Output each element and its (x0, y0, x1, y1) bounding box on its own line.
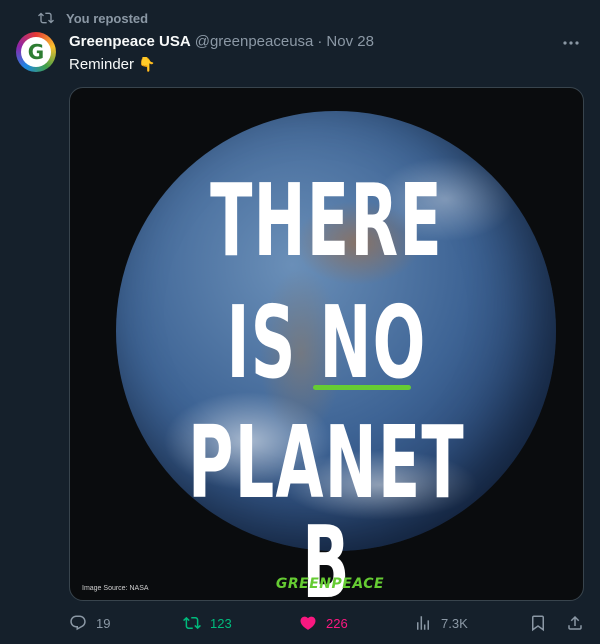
repost-icon (38, 12, 54, 24)
repost-icon (183, 616, 201, 630)
image-source-credit: Image Source: NASA (82, 585, 149, 592)
heart-icon (300, 616, 316, 630)
bookmark-button[interactable] (529, 614, 556, 632)
slogan-line-1: THERE (210, 162, 443, 279)
tweet-media[interactable]: THERE IS NO PLANET B Image Source: NASA … (69, 87, 584, 601)
reply-icon (70, 615, 86, 631)
slogan-line-3: PLANET B (188, 404, 465, 601)
tweet-date[interactable]: Nov 28 (326, 33, 374, 50)
more-options-button[interactable] (560, 35, 582, 51)
avatar-logo: G (21, 37, 51, 67)
author-name[interactable]: Greenpeace USA (69, 33, 191, 50)
slogan-line-2: IS NO (226, 284, 427, 401)
like-count: 226 (326, 615, 348, 631)
greenpeace-logo: GREENPEACE (275, 576, 385, 592)
tweet-header: Greenpeace USA @greenpeaceusa · Nov 28 (69, 33, 374, 50)
like-button[interactable]: 226 (299, 614, 348, 632)
more-icon (563, 41, 579, 45)
tweet-text: Reminder 👇 (69, 56, 155, 73)
repost-label: You reposted (66, 10, 149, 26)
analytics-icon (417, 616, 429, 630)
reply-count: 19 (96, 615, 111, 631)
slogan-underline (313, 385, 411, 390)
views-count: 7.3K (441, 615, 468, 631)
repost-count: 123 (210, 615, 232, 631)
repost-button[interactable]: 123 (183, 614, 232, 632)
views-button[interactable]: 7.3K (414, 614, 468, 632)
action-bar: 19 123 226 7.3K (69, 613, 582, 633)
separator-dot: · (317, 33, 323, 50)
tweet-text-content: Reminder (69, 56, 135, 73)
share-icon (568, 615, 582, 630)
reply-button[interactable]: 19 (69, 614, 110, 632)
pointing-down-emoji: 👇 (138, 56, 156, 73)
bookmark-icon (532, 615, 544, 632)
repost-indicator: You reposted (38, 10, 148, 26)
author-handle[interactable]: @greenpeaceusa (195, 33, 314, 50)
avatar[interactable]: G (16, 32, 56, 72)
tweet[interactable]: You reposted G Greenpeace USA @greenpeac… (0, 0, 600, 644)
share-button[interactable] (566, 614, 593, 632)
